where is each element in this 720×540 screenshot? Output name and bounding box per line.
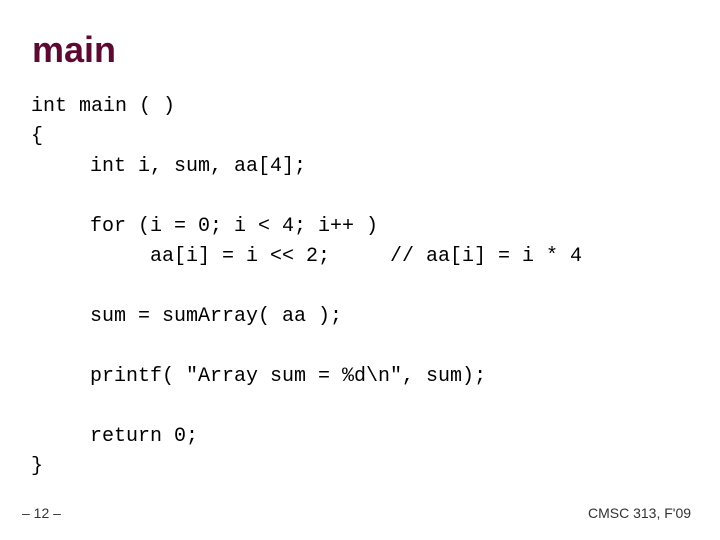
page-number: – 12 – — [22, 505, 61, 521]
code-line: printf( "Array sum = %d\n", sum); — [90, 365, 487, 388]
code-line: int main ( ) — [31, 95, 176, 118]
code-line: aa[i] = i << 2; — [150, 245, 331, 268]
slide-title: main — [32, 29, 117, 70]
code-line: sum = sumArray( aa ); — [90, 305, 343, 328]
code-line: } — [31, 455, 44, 478]
code-line: for (i = 0; i < 4; i++ ) — [90, 215, 379, 238]
code-block: int main ( ) { int i, sum, aa[4]; for (i… — [0, 0, 582, 478]
code-line: { — [31, 125, 44, 148]
code-line: int i, sum, aa[4]; — [90, 155, 307, 178]
code-line: return 0; — [90, 425, 199, 448]
code-comment: // aa[i] = i * 4 — [390, 245, 583, 268]
course-label: CMSC 313, F'09 — [588, 505, 692, 521]
